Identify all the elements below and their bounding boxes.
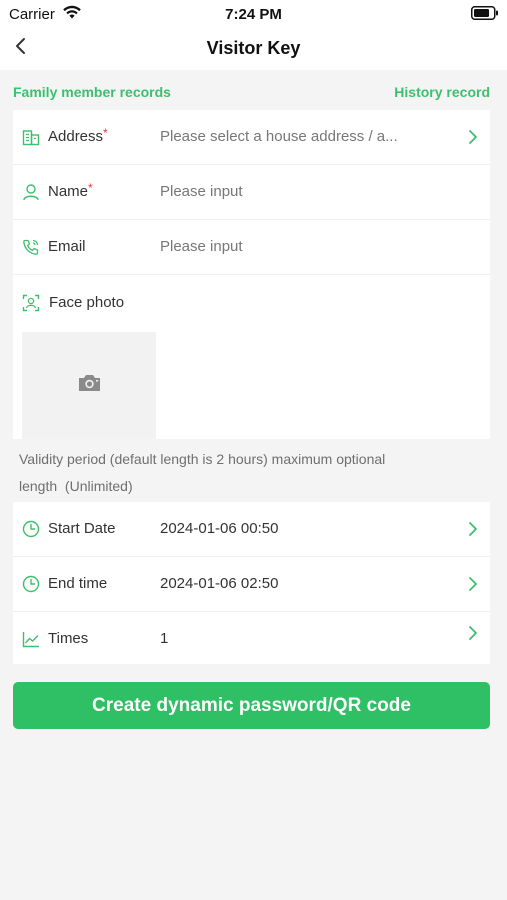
- camera-icon: [79, 375, 100, 391]
- chevron-right-icon: [469, 130, 477, 144]
- history-record-link[interactable]: History record: [394, 84, 490, 100]
- email-input[interactable]: Please input: [160, 238, 243, 255]
- chevron-right-icon: [469, 577, 477, 591]
- required-mark: *: [103, 126, 108, 140]
- face-scan-icon: [22, 294, 40, 312]
- address-row[interactable]: Address* Please select a house address /…: [13, 110, 490, 165]
- building-icon: [22, 130, 40, 146]
- name-row: Name* Please input: [13, 165, 490, 220]
- nav-bar: Visitor Key: [0, 28, 507, 70]
- start-date-label: Start Date: [48, 520, 116, 537]
- person-icon: [23, 184, 39, 201]
- face-photo-upload[interactable]: [22, 332, 156, 439]
- visitor-info-card: Address* Please select a house address /…: [13, 110, 490, 439]
- create-password-qr-button[interactable]: Create dynamic password/QR code: [13, 682, 490, 729]
- email-label: Email: [48, 238, 86, 255]
- face-photo-row: Face photo: [13, 290, 490, 330]
- name-label: Name*: [48, 181, 93, 200]
- times-value[interactable]: 1: [160, 630, 168, 647]
- status-time: 7:24 PM: [225, 6, 282, 23]
- clock-icon: [22, 575, 40, 593]
- time-settings-card: Start Date 2024-01-06 00:50 End time 202…: [13, 502, 490, 664]
- line-chart-icon: [22, 632, 39, 648]
- name-input[interactable]: Please input: [160, 183, 243, 200]
- phone-icon: [23, 239, 39, 255]
- end-time-label: End time: [48, 575, 108, 592]
- times-row[interactable]: Times 1: [13, 612, 490, 667]
- status-bar: Carrier 7:24 PM: [0, 0, 507, 28]
- address-select-value[interactable]: Please select a house address / a...: [160, 128, 398, 145]
- end-time-value[interactable]: 2024-01-06 02:50: [160, 575, 278, 592]
- end-time-row[interactable]: End time 2024-01-06 02:50: [13, 557, 490, 612]
- chevron-right-icon: [469, 522, 477, 536]
- times-label: Times: [48, 630, 89, 647]
- start-date-value[interactable]: 2024-01-06 00:50: [160, 520, 278, 537]
- start-date-row[interactable]: Start Date 2024-01-06 00:50: [13, 502, 490, 557]
- face-photo-label: Face photo: [49, 294, 125, 311]
- chevron-right-icon: [469, 626, 477, 640]
- email-row: Email Please input: [13, 220, 490, 275]
- clock-icon: [22, 520, 40, 538]
- required-mark: *: [88, 181, 93, 195]
- battery-icon: [471, 6, 498, 20]
- validity-period-note: Validity period (default length is 2 hou…: [19, 451, 386, 494]
- page-title: Visitor Key: [206, 38, 301, 58]
- family-member-records-link[interactable]: Family member records: [13, 84, 171, 100]
- address-label: Address*: [48, 126, 108, 145]
